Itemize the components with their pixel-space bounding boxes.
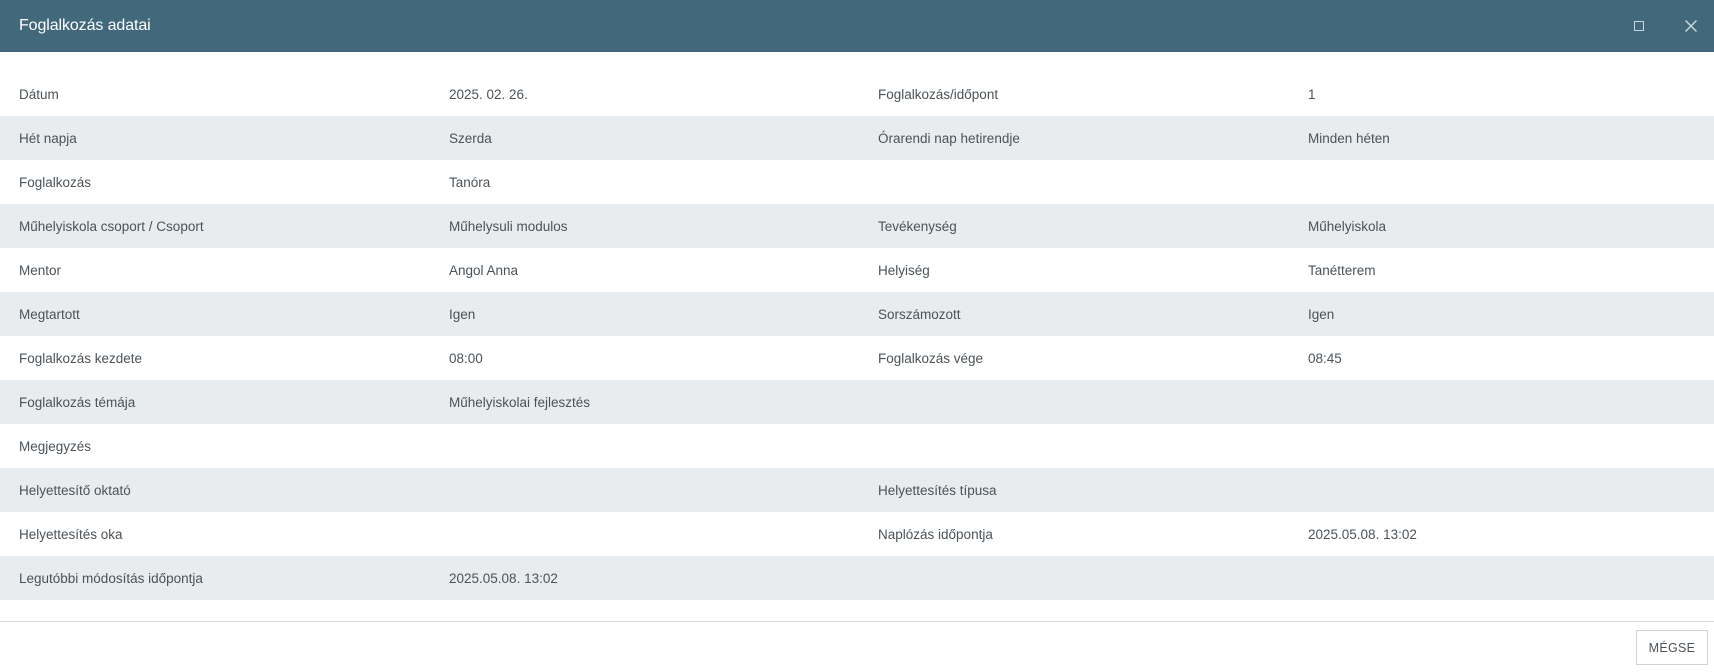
field-label: Helyiség xyxy=(878,262,930,278)
field-value: Angol Anna xyxy=(449,262,519,278)
field-label: Megtartott xyxy=(19,306,80,322)
field-value: Szerda xyxy=(449,130,492,146)
cancel-button[interactable]: MÉGSE xyxy=(1636,630,1708,665)
field-label: Mentor xyxy=(19,262,62,278)
field-value: 2025.05.08. 13:02 xyxy=(449,570,558,586)
table-row: Megjegyzés xyxy=(0,424,1714,468)
field-value: 2025. 02. 26. xyxy=(449,86,528,102)
field-label: Foglalkozás témája xyxy=(19,394,136,410)
table-row: Foglalkozás Tanóra xyxy=(0,160,1714,204)
field-label: Helyettesítés típusa xyxy=(878,482,997,498)
field-value: 08:45 xyxy=(1308,350,1342,366)
table-row: Dátum 2025. 02. 26. Foglalkozás/időpont … xyxy=(0,72,1714,116)
field-label: Foglalkozás/időpont xyxy=(878,86,999,102)
details-table: Dátum 2025. 02. 26. Foglalkozás/időpont … xyxy=(0,72,1714,600)
dialog-title: Foglalkozás adatai xyxy=(19,17,151,34)
field-label: Órarendi nap hetirendje xyxy=(878,130,1020,146)
table-row: Műhelyiskola csoport / Csoport Műhelysul… xyxy=(0,204,1714,248)
field-value: Műhelyiskola xyxy=(1308,218,1387,234)
field-label: Tevékenység xyxy=(878,218,957,234)
table-row: Helyettesítés oka Naplózás időpontja 202… xyxy=(0,512,1714,556)
close-icon xyxy=(1684,19,1698,33)
footer-divider xyxy=(0,621,1714,622)
field-label: Megjegyzés xyxy=(19,438,92,454)
field-label: Legutóbbi módosítás időpontja xyxy=(19,570,203,586)
maximize-icon xyxy=(1634,21,1644,31)
field-label: Foglalkozás xyxy=(19,174,92,190)
maximize-button[interactable] xyxy=(1627,14,1651,38)
field-value: Műhelyiskolai fejlesztés xyxy=(449,394,591,410)
table-row: Helyettesítő oktató Helyettesítés típusa xyxy=(0,468,1714,512)
field-value: 2025.05.08. 13:02 xyxy=(1308,526,1417,542)
field-label: Helyettesítő oktató xyxy=(19,482,131,498)
close-button[interactable] xyxy=(1679,14,1703,38)
table-row: Foglalkozás témája Műhelyiskolai fejlesz… xyxy=(0,380,1714,424)
field-label: Hét napja xyxy=(19,130,77,146)
field-label: Sorszámozott xyxy=(878,306,961,322)
field-value: 08:00 xyxy=(449,350,483,366)
field-label: Foglalkozás vége xyxy=(878,350,984,366)
table-row: Legutóbbi módosítás időpontja 2025.05.08… xyxy=(0,556,1714,600)
table-row: Hét napja Szerda Órarendi nap hetirendje… xyxy=(0,116,1714,160)
field-value: Minden héten xyxy=(1308,130,1390,146)
dialog-titlebar: Foglalkozás adatai xyxy=(0,0,1714,52)
table-row: Foglalkozás kezdete 08:00 Foglalkozás vé… xyxy=(0,336,1714,380)
field-label: Foglalkozás kezdete xyxy=(19,350,143,366)
field-label: Naplózás időpontja xyxy=(878,526,993,542)
field-value: Igen xyxy=(1308,306,1335,322)
field-label: Műhelyiskola csoport / Csoport xyxy=(19,218,204,234)
field-label: Helyettesítés oka xyxy=(19,526,123,542)
field-value: Műhelysuli modulos xyxy=(449,218,568,234)
field-value: 1 xyxy=(1308,86,1316,102)
table-row: Megtartott Igen Sorszámozott Igen xyxy=(0,292,1714,336)
field-value: Igen xyxy=(449,306,476,322)
table-row: Mentor Angol Anna Helyiség Tanétterem xyxy=(0,248,1714,292)
field-value: Tanóra xyxy=(449,174,491,190)
field-label: Dátum xyxy=(19,86,59,102)
field-value: Tanétterem xyxy=(1308,262,1376,278)
